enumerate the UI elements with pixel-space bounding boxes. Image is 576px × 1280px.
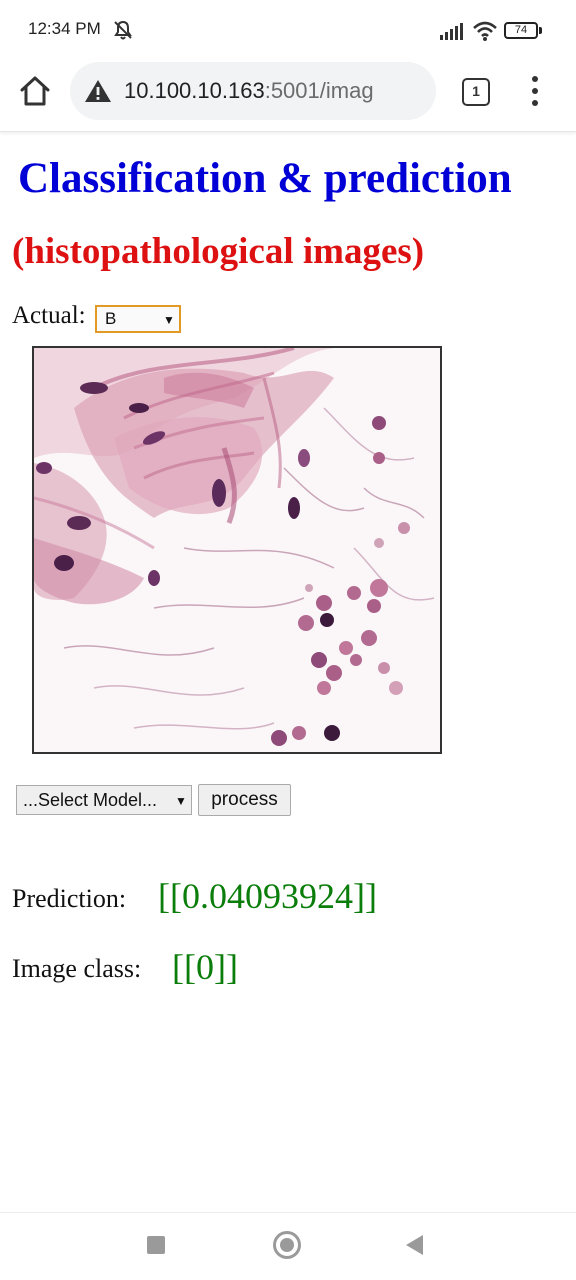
actual-label: Actual: xyxy=(12,302,86,329)
chevron-down-icon: ▼ xyxy=(175,794,187,808)
home-circle-icon[interactable] xyxy=(273,1231,301,1259)
actual-select-value: B xyxy=(105,309,117,328)
menu-icon[interactable] xyxy=(522,76,548,106)
prediction-label: Prediction: xyxy=(12,884,127,913)
page-subtitle: (histopathological images) xyxy=(12,231,425,272)
image-class-value: [[0]] xyxy=(172,947,238,987)
url-host: 10.100.10.163 xyxy=(124,78,265,103)
wifi-icon xyxy=(473,21,497,41)
status-time: 12:34 PM xyxy=(28,19,101,38)
url-path: :5001/imag xyxy=(264,78,374,103)
back-icon[interactable] xyxy=(406,1235,423,1255)
actual-select[interactable]: B ▼ xyxy=(95,305,181,333)
prediction-value: [[0.04093924]] xyxy=(158,876,377,916)
battery-icon: 74 xyxy=(504,22,542,40)
tabs-icon[interactable]: 1 xyxy=(462,78,490,106)
image-class-label: Image class: xyxy=(12,954,142,983)
url-bar[interactable]: 10.100.10.163:5001/imag xyxy=(70,62,436,120)
home-icon[interactable] xyxy=(18,74,52,108)
warning-icon[interactable] xyxy=(84,79,112,103)
histopathology-image xyxy=(32,346,442,754)
battery-tip xyxy=(539,27,542,34)
url-text[interactable]: 10.100.10.163:5001/imag xyxy=(124,78,424,104)
status-bar: 12:34 PM 74 xyxy=(0,0,576,60)
model-select[interactable]: ...Select Model... ▼ xyxy=(16,785,192,815)
page-title: Classification & prediction xyxy=(18,155,512,202)
model-select-value: ...Select Model... xyxy=(23,790,158,810)
chevron-down-icon: ▼ xyxy=(163,313,175,327)
mute-icon xyxy=(114,20,132,40)
navigation-bar xyxy=(0,1212,576,1280)
battery-level: 74 xyxy=(504,22,538,39)
browser-toolbar: 10.100.10.163:5001/imag 1 xyxy=(0,60,576,132)
process-button[interactable]: process xyxy=(198,784,291,816)
signal-icon xyxy=(440,23,463,40)
recent-apps-icon[interactable] xyxy=(147,1236,165,1254)
